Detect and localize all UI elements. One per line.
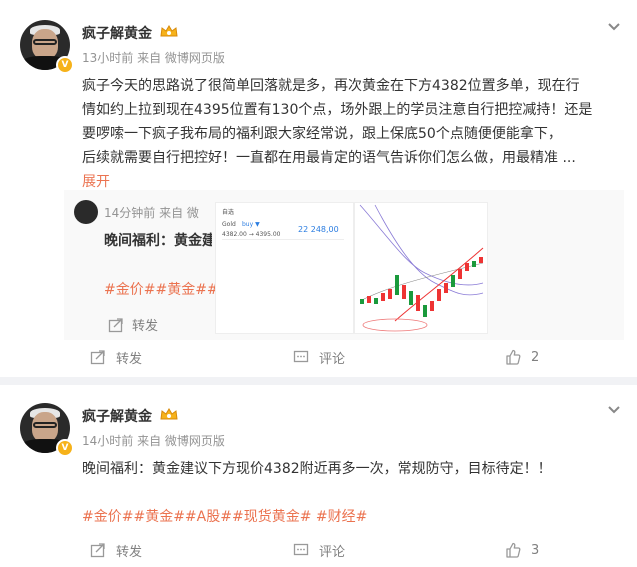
post-text-line: 情如约上拉到现在4395位置有130个点，场外跟上的学员注意自行把控减持！还是 (82, 102, 593, 118)
image-title: 自选 (222, 209, 235, 216)
comment-icon (293, 350, 309, 363)
post-image[interactable]: 自选 Gold buy ▼ 4382.00 → 4395.00 22 248,0… (215, 202, 354, 334)
post-text-line: 要啰嗦一下疯子我布局的福利跟大家经常说，跟上保底50个点随便便能拿下， (82, 126, 562, 142)
post-tags[interactable]: #金价##黄金##A股##现货黄金# #财经# (82, 505, 622, 529)
image-sub: buy ▼ (242, 221, 260, 228)
crown-icon (160, 408, 178, 420)
chart-image[interactable] (354, 202, 488, 334)
candlestick-chart-image (359, 204, 484, 332)
forward-button[interactable]: 转发 (90, 538, 142, 562)
username[interactable]: 疯子解黄金 (82, 23, 152, 43)
comment-label: 评论 (319, 544, 346, 560)
crown-icon (160, 25, 178, 37)
repost-forward-label: 转发 (132, 319, 159, 334)
like-count: 2 (531, 349, 540, 365)
verified-badge-icon: V (56, 56, 74, 74)
like-count: 3 (531, 542, 540, 558)
like-button[interactable]: 3 (505, 538, 539, 562)
weibo-post: V 疯子解黄金 13小时前 来自 微博网页版 疯子今天的思路说了很简单回落就是多… (0, 0, 637, 377)
repost-avatar[interactable] (74, 200, 98, 224)
comment-button[interactable]: 评论 (293, 538, 345, 562)
repost-card[interactable]: 14分钟前 来自 微 晚间福利：黄金建 #金价##黄金## 转发 自选 Gold… (64, 190, 624, 340)
verified-badge-icon: V (56, 439, 74, 457)
post-text-line: 后续就需要自行把控好！一直都在用最肯定的语气告诉你们怎么做，用最精准 ... (82, 150, 576, 166)
comment-button[interactable]: 评论 (293, 345, 345, 369)
username[interactable]: 疯子解黄金 (82, 406, 152, 426)
post-meta: 14小时前 来自 微博网页版 (82, 434, 225, 448)
thumbs-up-icon (506, 542, 521, 558)
repost-forward-button[interactable]: 转发 (108, 315, 158, 334)
forward-button[interactable]: 转发 (90, 345, 142, 369)
post-text: 晚间福利：黄金建议下方现价4382附近再多一次，常规防守，目标待定！！ (82, 461, 552, 477)
post-text-line: 疯子今天的思路说了很简单回落就是多，再次黄金在下方4382位置多单，现在行 (82, 78, 580, 94)
share-icon (90, 543, 105, 558)
post-actions: 转发 评论 2 (0, 345, 637, 369)
post-meta: 13小时前 来自 微博网页版 (82, 51, 225, 65)
share-icon (90, 350, 105, 365)
chevron-down-icon[interactable] (607, 22, 621, 32)
comment-icon (293, 543, 309, 556)
forward-label: 转发 (116, 351, 143, 367)
repost-text: 晚间福利：黄金建 (104, 233, 212, 249)
image-line: 4382.00 → 4395.00 (222, 231, 281, 238)
post-actions: 转发 评论 3 (0, 538, 637, 562)
repost-tags[interactable]: #金价##黄金## (104, 279, 216, 299)
weibo-post: V 疯子解黄金 14小时前 来自 微博网页版 晚间福利：黄金建议下方现价4382… (0, 385, 637, 567)
chevron-down-icon[interactable] (607, 405, 621, 415)
image-price: 22 248,00 (298, 225, 339, 234)
comment-label: 评论 (319, 351, 346, 367)
thumbs-up-icon (506, 349, 521, 365)
image-symbol: Gold (222, 221, 236, 228)
post-text: 疯子今天的思路说了很简单回落就是多，再次黄金在下方4382位置多单，现在行 情如… (82, 74, 622, 170)
share-icon (108, 318, 123, 333)
repost-meta: 14分钟前 来自 微 (104, 206, 199, 220)
like-button[interactable]: 2 (505, 345, 539, 369)
forward-label: 转发 (116, 544, 143, 560)
